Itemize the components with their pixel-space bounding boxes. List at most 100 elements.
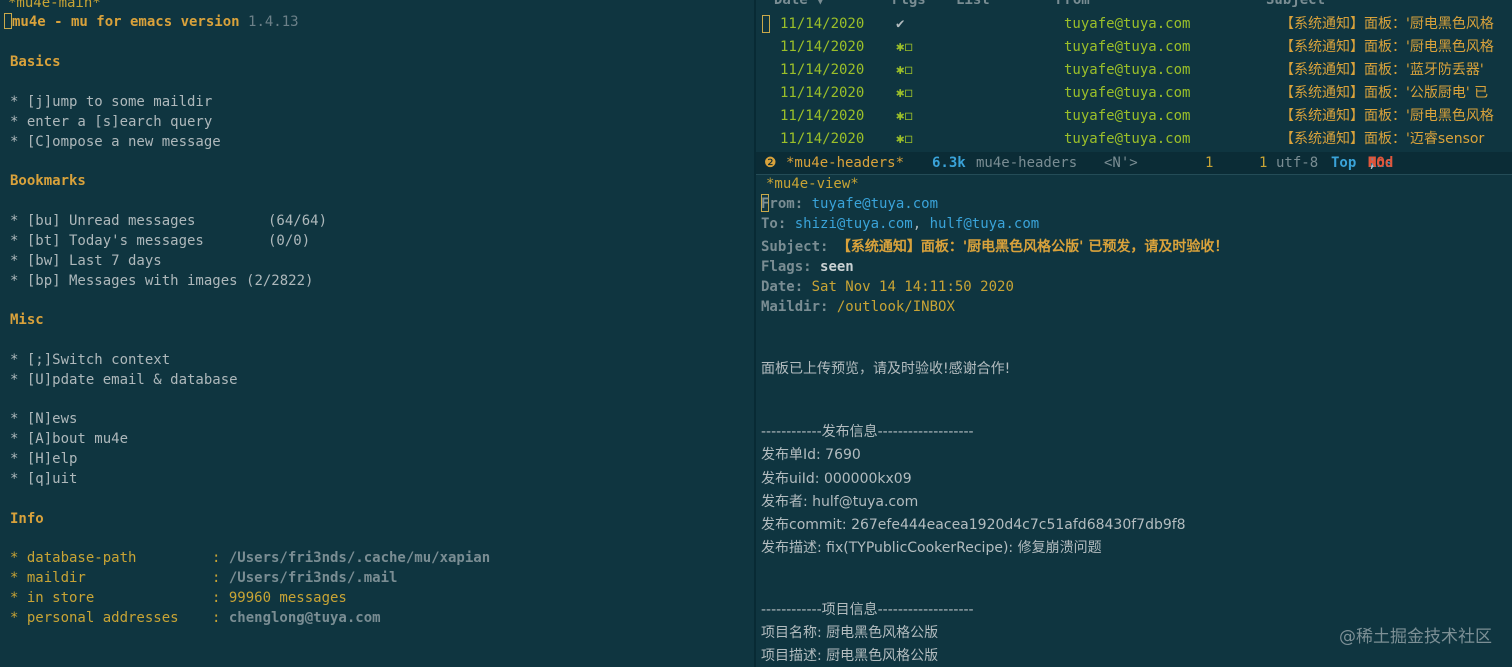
menu-help[interactable]: * [H]elp	[10, 449, 77, 469]
header-from: tuyafe@tuya.com	[1064, 39, 1191, 55]
header-date: 11/14/2020	[780, 62, 865, 78]
view-publish-line: 发布者: hulf@tuya.com	[761, 494, 919, 510]
bookmark-today[interactable]: * [bt] Today's messages	[10, 231, 204, 251]
view-maildir-label: Maildir:	[761, 299, 829, 315]
header-from: tuyafe@tuya.com	[1064, 62, 1191, 78]
bookmark-label: * [bt] Today's messages	[10, 233, 204, 249]
view-to-address[interactable]: shizi@tuya.com	[795, 216, 913, 232]
section-basics-title: Basics	[10, 54, 61, 70]
header-row[interactable]: 11/14/2020 ✱◻ tuyafe@tuya.com 【系统通知】面板：'…	[756, 59, 1512, 82]
bookmark-count: (0/0)	[268, 233, 311, 249]
mu4e-main-window[interactable]: *mu4e-main* mu4e - mu for emacs version …	[0, 0, 754, 667]
header-row[interactable]: 11/14/2020 ✔ tuyafe@tuya.com 【系统通知】面板：'厨…	[756, 13, 1512, 36]
view-date-line: Date: Sat Nov 14 14:11:50 2020	[761, 277, 1014, 297]
menu-search-query[interactable]: * enter a [s]earch query	[10, 112, 212, 132]
header-date: 11/14/2020	[780, 85, 865, 101]
view-subject-value: 【系统通知】面板：'厨电黑色风格公版' 已预发，请及时验收！	[836, 239, 1229, 255]
header-date: 11/14/2020	[780, 108, 865, 124]
modeline-size: 6.3k	[932, 155, 966, 171]
header-flags: ✱◻	[896, 39, 913, 55]
info-value-personal-addresses: : chenglong@tuya.com	[212, 610, 381, 626]
bookmark-unread[interactable]: * [bu] Unread messages	[10, 211, 195, 231]
view-maildir-line: Maildir: /outlook/INBOX	[761, 297, 955, 317]
view-date-value: Sat Nov 14 14:11:50 2020	[811, 279, 1014, 295]
view-project-line: 项目描述: 厨电黑色风格公版	[761, 648, 939, 664]
menu-switch-context[interactable]: * [;]Switch context	[10, 350, 170, 370]
header-date: 11/14/2020	[780, 131, 865, 147]
app-name: mu4e - mu for emacs version	[12, 14, 240, 30]
bookmark-label: * [bw] Last 7 days	[10, 253, 162, 269]
watermark: @稀土掘金技术社区	[1339, 627, 1492, 647]
menu-compose-message[interactable]: * [C]ompose a new message	[10, 132, 221, 152]
view-publish-line: 发布uiId: 000000kx09	[761, 471, 912, 487]
bookmark-images[interactable]: * [bp] Messages with images (2/2822)	[10, 271, 313, 291]
modeline-major-mode: mu4e-headers	[976, 155, 1078, 171]
info-value-in-store: : 99960 messages	[212, 590, 347, 606]
view-body-intro: 面板已上传预览，请及时验收!感谢合作!	[761, 361, 1011, 377]
header-subject: 【系统通知】面板：'蓝牙防丢器'	[1280, 62, 1484, 78]
bookmark-count: (2/2822)	[246, 273, 314, 289]
modeline-line: 1	[1205, 155, 1214, 171]
header-flags: ✱◻	[896, 131, 913, 147]
view-to-address[interactable]: hulf@tuya.com	[930, 216, 1040, 232]
bookmark-last-7-days[interactable]: * [bw] Last 7 days	[10, 251, 162, 271]
header-subject: 【系统通知】面板：'迈睿sensor	[1280, 131, 1485, 147]
header-row[interactable]: 11/14/2020 ✱◻ tuyafe@tuya.com 【系统通知】面板：'…	[756, 82, 1512, 105]
info-value-maildir: : /Users/fri3nds/.mail	[212, 570, 398, 586]
modeline-buffer-name: *mu4e-headers*	[786, 155, 905, 171]
view-publish-header: ------------发布信息-------------------	[761, 424, 974, 440]
modeline-narrow: <N'>	[1104, 155, 1138, 171]
view-publish-line: 发布commit: 267efe444eacea1920d4c7c51afd68…	[761, 517, 1186, 533]
column-subject[interactable]: Subject	[1266, 0, 1325, 8]
bookmark-label: * [bp] Messages with images	[10, 273, 238, 289]
modeline-encoding: utf-8	[1276, 155, 1319, 171]
view-project-header: ------------项目信息-------------------	[761, 602, 974, 618]
header-from: tuyafe@tuya.com	[1064, 108, 1191, 124]
modeline-flag-ro: RO	[1368, 155, 1385, 171]
view-project-line: 项目名称: 厨电黑色风格公版	[761, 625, 939, 641]
modeline-position: Top	[1331, 155, 1357, 171]
column-list[interactable]: List	[956, 0, 990, 8]
view-flags-line: Flags: seen	[761, 257, 854, 277]
header-flags: ✱◻	[896, 85, 913, 101]
info-value-database-path: : /Users/fri3nds/.cache/mu/xapian	[212, 550, 491, 566]
header-row[interactable]: 11/14/2020 ✱◻ tuyafe@tuya.com 【系统通知】面板：'…	[756, 128, 1512, 151]
menu-quit[interactable]: * [q]uit	[10, 469, 77, 489]
bookmark-label: * [bu] Unread messages	[10, 213, 196, 229]
section-bookmarks-title: Bookmarks	[10, 173, 86, 189]
menu-about[interactable]: * [A]bout mu4e	[10, 429, 128, 449]
emacs-frame: *mu4e-main* mu4e - mu for emacs version …	[0, 0, 1512, 667]
view-from-line: From: tuyafe@tuya.com	[761, 194, 938, 214]
headers-column-bar: Date ▼ Flgs List From Subject	[756, 0, 1512, 10]
info-label-maildir: * maildir	[10, 570, 86, 586]
header-date: 11/14/2020	[780, 16, 865, 32]
view-to-line: To: shizi@tuya.com, hulf@tuya.com	[761, 216, 1040, 232]
info-label-in-store: * in store	[10, 590, 95, 606]
header-row[interactable]: 11/14/2020 ✱◻ tuyafe@tuya.com 【系统通知】面板：'…	[756, 36, 1512, 59]
view-publish-line: 发布单Id: 7690	[761, 447, 861, 463]
right-windows: Date ▼ Flgs List From Subject 11/14/2020…	[756, 0, 1512, 667]
column-flags[interactable]: Flgs	[892, 0, 926, 8]
app-version: 1.4.13	[248, 14, 299, 30]
window-number-icon: ❷	[764, 155, 777, 171]
view-to-label: To:	[761, 216, 787, 232]
header-date: 11/14/2020	[780, 39, 865, 55]
info-label-database-path: * database-path	[10, 550, 137, 566]
menu-news[interactable]: * [N]ews	[10, 409, 77, 429]
menu-update-email[interactable]: * [U]pdate email & database	[10, 370, 238, 390]
bookmark-count: (64/64)	[268, 213, 328, 229]
info-label-personal-addresses: * personal addresses	[10, 610, 179, 626]
view-from-address[interactable]: tuyafe@tuya.com	[812, 196, 938, 212]
headers-modeline[interactable]: ❷ *mu4e-headers* 6.3k mu4e-headers <N'> …	[756, 152, 1512, 175]
view-flags-label: Flags:	[761, 259, 812, 275]
menu-jump-maildir[interactable]: * [j]ump to some maildir	[10, 92, 212, 112]
section-info-title: Info	[10, 511, 44, 527]
header-subject: 【系统通知】面板：'厨电黑色风格	[1280, 108, 1494, 124]
header-subject: 【系统通知】面板：'厨电黑色风格	[1280, 39, 1494, 55]
column-from[interactable]: From	[1056, 0, 1090, 8]
view-from-label: From:	[761, 196, 804, 212]
header-row[interactable]: 11/14/2020 ✱◻ tuyafe@tuya.com 【系统通知】面板：'…	[756, 105, 1512, 128]
text-cursor	[4, 13, 12, 29]
column-date[interactable]: Date ▼	[774, 0, 825, 8]
view-maildir-value: /outlook/INBOX	[836, 299, 955, 315]
